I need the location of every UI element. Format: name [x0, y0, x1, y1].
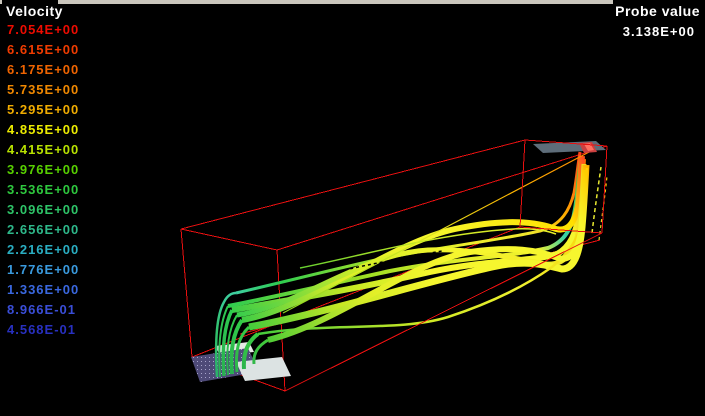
inlet-plane-group — [191, 342, 291, 382]
viewport-3d[interactable] — [0, 0, 705, 416]
duct-edge — [181, 229, 277, 250]
app-window: Velocity Probe value 3.138E+00 7.054E+00… — [0, 0, 705, 416]
duct-edge — [181, 229, 192, 357]
streamline — [283, 151, 591, 313]
duct-edge — [602, 146, 607, 233]
duct-edge — [181, 140, 525, 229]
streamlines — [216, 151, 607, 377]
streamline — [592, 167, 601, 233]
duct-edge — [520, 140, 525, 227]
